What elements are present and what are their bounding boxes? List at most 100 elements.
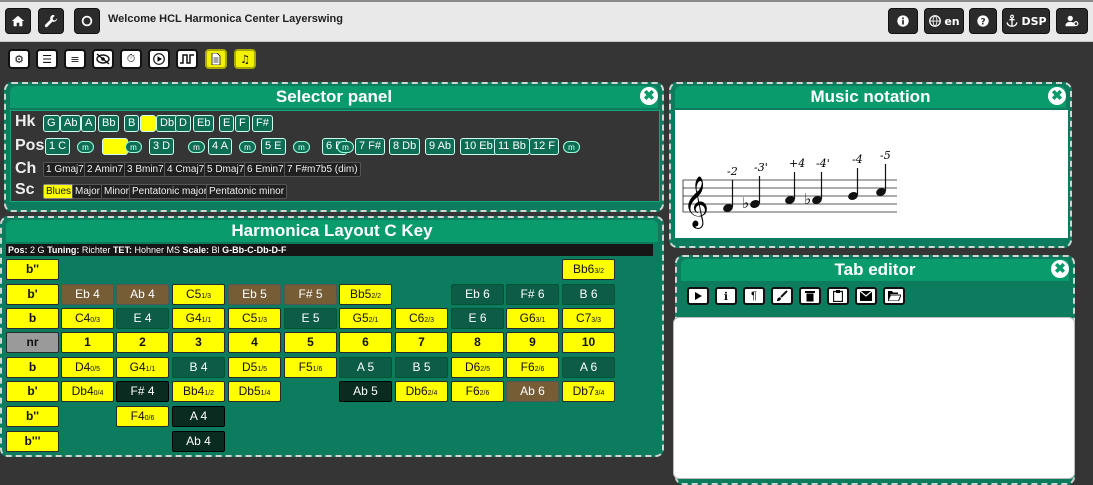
note-cell[interactable]: G52/1 (339, 308, 392, 329)
dsp-button[interactable]: DSP (1002, 8, 1050, 34)
hole-number[interactable]: 10 (562, 332, 615, 353)
key-e[interactable]: E (219, 115, 235, 132)
note-cell[interactable]: Db73/4 (562, 381, 615, 402)
position-7[interactable]: 7 F# (355, 138, 386, 155)
close-icon[interactable]: ✖ (1048, 87, 1066, 105)
minor-toggle-5[interactable]: m (293, 141, 310, 153)
info-icon[interactable]: ℹ (715, 287, 737, 305)
music-icon[interactable]: ♫ (234, 49, 256, 69)
note-cell[interactable]: F40/6 (116, 406, 169, 427)
hole-number[interactable]: 3 (172, 332, 225, 353)
folder-open-icon[interactable] (883, 287, 905, 305)
close-icon[interactable]: ✖ (1051, 260, 1069, 278)
note-cell[interactable]: Eb 6 (451, 284, 504, 305)
sliders-icon[interactable]: ≡ (64, 49, 86, 69)
envelope-icon[interactable] (855, 287, 877, 305)
scale-blues[interactable]: Blues (43, 184, 75, 199)
document-icon[interactable] (205, 49, 227, 69)
position-10[interactable]: 10 Eb (460, 138, 497, 155)
eye-slash-icon[interactable] (92, 49, 114, 69)
note-cell[interactable]: G41/1 (172, 308, 225, 329)
chord-3[interactable]: 3 Bmin7 (124, 162, 167, 177)
note-cell[interactable]: C62/3 (395, 308, 448, 329)
info-button[interactable] (888, 8, 918, 34)
list-icon[interactable]: ☰ (36, 49, 58, 69)
key-d[interactable]: D (175, 115, 191, 132)
note-cell[interactable]: E 6 (451, 308, 504, 329)
note-cell[interactable]: F# 5 (284, 284, 337, 305)
note-cell[interactable]: D40/5 (61, 357, 114, 378)
position-12[interactable]: 12 F (529, 138, 560, 155)
help-button[interactable]: ? (969, 8, 997, 34)
note-cell[interactable]: F# 6 (506, 284, 559, 305)
key-fsharp[interactable]: F# (252, 115, 273, 132)
trash-icon[interactable] (799, 287, 821, 305)
note-cell[interactable]: Bb63/2 (562, 259, 615, 280)
note-cell[interactable]: Bb41/2 (172, 381, 225, 402)
minor-toggle-6[interactable]: m (337, 141, 354, 153)
note-cell[interactable]: A 6 (562, 357, 615, 378)
cogs-icon[interactable]: ⚙ (8, 49, 30, 69)
chord-2[interactable]: 2 Amin7 (84, 162, 127, 177)
user-button[interactable] (1056, 8, 1088, 34)
hole-number[interactable]: 4 (228, 332, 281, 353)
hole-number[interactable]: 6 (339, 332, 392, 353)
note-cell[interactable]: Bb52/2 (339, 284, 392, 305)
note-cell[interactable]: E 4 (116, 308, 169, 329)
note-cell[interactable]: Eb 5 (228, 284, 281, 305)
key-ab[interactable]: Ab (60, 115, 82, 132)
note-cell[interactable]: B 5 (395, 357, 448, 378)
note-cell[interactable]: C51/3 (228, 308, 281, 329)
position-8[interactable]: 8 Db (389, 138, 421, 155)
minor-toggle-4[interactable]: m (239, 141, 256, 153)
position-9[interactable]: 9 Ab (425, 138, 456, 155)
position-11[interactable]: 11 Bb (494, 138, 530, 155)
chord-6[interactable]: 6 Emin7 (244, 162, 287, 177)
note-cell[interactable]: E 5 (284, 308, 337, 329)
note-cell[interactable]: G63/1 (506, 308, 559, 329)
chord-5[interactable]: 5 Dmaj7 (204, 162, 248, 177)
note-cell[interactable]: C73/3 (562, 308, 615, 329)
scale-pentatonic-minor[interactable]: Pentatonic minor (206, 184, 288, 199)
note-cell[interactable]: D62/5 (451, 357, 504, 378)
note-cell[interactable]: Ab 6 (506, 381, 559, 402)
position-3[interactable]: 3 D (149, 138, 175, 155)
position-4[interactable]: 4 A (208, 138, 232, 155)
clipboard-icon[interactable] (827, 287, 849, 305)
scale-minor[interactable]: Minor (101, 184, 133, 199)
play-icon[interactable] (148, 49, 170, 69)
note-cell[interactable]: A 4 (172, 406, 225, 427)
chord-1[interactable]: 1 Gmaj7 (43, 162, 87, 177)
note-cell[interactable]: C51/3 (172, 284, 225, 305)
hole-number[interactable]: 8 (451, 332, 504, 353)
position-2[interactable]: 2 G (102, 138, 128, 155)
language-button[interactable]: en (924, 8, 964, 34)
play-icon[interactable] (687, 287, 709, 305)
key-f[interactable]: F (235, 115, 250, 132)
note-cell[interactable]: Db51/4 (228, 381, 281, 402)
note-cell[interactable]: F62/6 (506, 357, 559, 378)
home-button[interactable] (5, 8, 31, 34)
minor-toggle-2[interactable]: m (125, 141, 142, 153)
tab-editor-textarea[interactable] (673, 317, 1075, 479)
note-cell[interactable]: Db40/4 (61, 381, 114, 402)
scale-pentatonic-major[interactable]: Pentatonic major (129, 184, 211, 199)
hole-number[interactable]: 7 (395, 332, 448, 353)
note-cell[interactable]: F62/6 (451, 381, 504, 402)
stopwatch-icon[interactable]: ⏱ (120, 49, 142, 69)
minor-toggle-3[interactable]: m (188, 141, 205, 153)
note-cell[interactable]: G41/1 (116, 357, 169, 378)
note-cell[interactable]: Ab 4 (116, 284, 169, 305)
key-g[interactable]: G (43, 115, 60, 132)
minor-toggle-12[interactable]: m (563, 141, 580, 153)
hole-number[interactable]: 1 (61, 332, 114, 353)
note-cell[interactable]: Db62/4 (395, 381, 448, 402)
scale-major[interactable]: Major (72, 184, 104, 199)
power-button[interactable] (74, 8, 100, 34)
note-cell[interactable]: C40/3 (61, 308, 114, 329)
hole-number[interactable]: 9 (506, 332, 559, 353)
key-eb[interactable]: Eb (193, 115, 215, 132)
brush-icon[interactable] (771, 287, 793, 305)
note-cell[interactable]: Ab 5 (339, 381, 392, 402)
wave-icon[interactable] (176, 49, 198, 69)
